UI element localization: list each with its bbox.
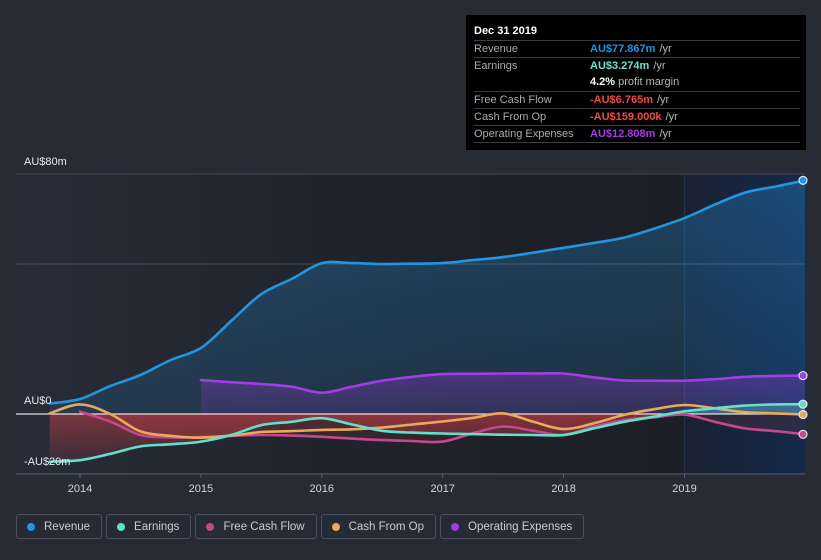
cash-from-op-dot-icon — [331, 522, 340, 531]
y-axis-label-zero: AU$0 — [24, 395, 52, 407]
x-tick-label: 2019 — [672, 483, 696, 495]
legend-item-operating-expenses[interactable]: Operating Expenses — [440, 514, 585, 539]
tooltip-row-operating-expenses: Operating Expenses AU$12.808m /yr — [474, 126, 800, 143]
legend-item-free-cash-flow[interactable]: Free Cash Flow — [195, 514, 317, 539]
legend-label: Operating Expenses — [468, 520, 573, 533]
revenue-end-dot[interactable] — [798, 175, 808, 185]
x-tick-label: 2018 — [551, 483, 575, 495]
tooltip-value: AU$77.867m — [590, 43, 656, 55]
tooltip-label: Cash From Op — [474, 111, 547, 123]
legend-label: Cash From Op — [348, 520, 425, 533]
tooltip-row-earnings: Earnings AU$3.274m /yr — [474, 58, 800, 74]
fcf-end-dot[interactable] — [798, 429, 808, 439]
legend-label: Free Cash Flow — [223, 520, 305, 533]
earnings-dot-icon — [117, 522, 126, 531]
tooltip-row-profit-margin: 4.2% profit margin — [474, 74, 800, 92]
y-axis-label-bottom: -AU$20m — [24, 456, 71, 468]
legend-label: Earnings — [134, 520, 180, 533]
legend: Revenue Earnings Free Cash Flow Cash Fro… — [16, 514, 585, 539]
tooltip-value: -AU$159.000k — [590, 111, 662, 123]
tooltip-row-revenue: Revenue AU$77.867m /yr — [474, 41, 800, 58]
tooltip: Dec 31 2019 Revenue AU$77.867m /yr Earni… — [466, 15, 806, 150]
y-axis-label-top: AU$80m — [24, 156, 67, 168]
opex-end-dot[interactable] — [798, 370, 808, 381]
tooltip-label: Earnings — [474, 60, 518, 72]
legend-item-earnings[interactable]: Earnings — [106, 514, 192, 539]
tooltip-unit: /yr — [653, 60, 666, 72]
tooltip-value: AU$3.274m — [590, 60, 650, 72]
tooltip-label: Operating Expenses — [474, 128, 574, 140]
revenue-dot-icon — [27, 522, 35, 531]
operating-expenses-dot-icon — [451, 522, 460, 531]
tooltip-row-cash-from-op: Cash From Op -AU$159.000k /yr — [474, 109, 800, 126]
tooltip-unit: /yr — [656, 94, 670, 106]
tooltip-date: Dec 31 2019 — [474, 22, 800, 41]
tooltip-unit: /yr — [659, 43, 672, 55]
tooltip-value: AU$12.808m — [590, 128, 656, 140]
profit-margin-label: profit margin — [618, 76, 680, 88]
x-tick-label: 2014 — [68, 483, 92, 495]
tooltip-value: -AU$6.765m — [590, 94, 653, 106]
tooltip-unit: /yr — [665, 111, 678, 123]
earnings-end-dot[interactable] — [798, 399, 808, 409]
free-cash-flow-dot-icon — [206, 522, 215, 531]
tooltip-label: Revenue — [474, 43, 519, 55]
tooltip-unit: /yr — [659, 128, 672, 140]
cfo-end-dot[interactable] — [798, 409, 808, 420]
profit-margin-value: 4.2% — [590, 76, 616, 88]
legend-item-cash-from-op[interactable]: Cash From Op — [320, 514, 437, 539]
x-tick-label: 2017 — [430, 483, 454, 495]
legend-label: Revenue — [44, 520, 91, 533]
x-tick-label: 2016 — [310, 483, 334, 495]
x-tick-label: 2015 — [189, 483, 213, 495]
legend-item-revenue[interactable]: Revenue — [16, 514, 103, 539]
tooltip-label: Free Cash Flow — [474, 94, 552, 106]
tooltip-row-free-cash-flow: Free Cash Flow -AU$6.765m /yr — [474, 92, 800, 109]
